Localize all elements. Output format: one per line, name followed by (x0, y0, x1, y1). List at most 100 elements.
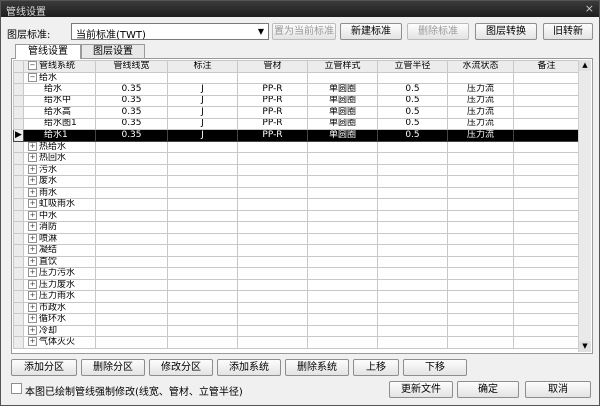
cell-note[interactable] (513, 267, 579, 280)
cell-note[interactable] (513, 129, 579, 142)
cell-material[interactable] (237, 336, 308, 349)
cell-riser-style[interactable]: 单圆圈 (307, 106, 378, 119)
expand-icon[interactable]: + (28, 268, 37, 278)
row-indicator[interactable] (13, 140, 24, 153)
cell-riser-style[interactable] (307, 290, 378, 303)
expand-icon[interactable]: + (28, 199, 37, 209)
cell-note[interactable] (513, 163, 579, 176)
cell-material[interactable] (237, 255, 308, 268)
cell-flow-state[interactable] (447, 221, 514, 234)
cell-width[interactable] (95, 71, 168, 84)
cell-flow-state[interactable]: 压力流 (447, 94, 514, 107)
cell-riser-style[interactable] (307, 163, 378, 176)
cell-note[interactable] (513, 221, 579, 234)
cell-flow-state[interactable] (447, 175, 514, 188)
row-indicator[interactable] (13, 278, 24, 291)
cell-riser-style[interactable] (307, 175, 378, 188)
tab-pipe-settings[interactable]: 管线设置 (15, 44, 81, 59)
cell-width[interactable] (95, 163, 168, 176)
table-row[interactable]: + 压力雨水 (13, 290, 579, 303)
cell-material[interactable] (237, 221, 308, 234)
cell-system[interactable]: + 压力雨水 (23, 290, 96, 303)
cell-width[interactable] (95, 221, 168, 234)
expand-icon[interactable]: + (28, 141, 37, 151)
cell-riser-radius[interactable]: 0.5 (377, 129, 448, 142)
cell-note[interactable] (513, 336, 579, 349)
cell-system[interactable]: + 市政水 (23, 301, 96, 314)
cell-mark[interactable] (167, 301, 238, 314)
cell-riser-radius[interactable] (377, 267, 448, 280)
cell-riser-radius[interactable] (377, 175, 448, 188)
cell-riser-style[interactable]: 单圆圈 (307, 83, 378, 96)
cell-flow-state[interactable] (447, 209, 514, 222)
cell-system[interactable]: 给水中 (23, 94, 96, 107)
table-row[interactable]: − 给水 (13, 71, 579, 84)
cell-system[interactable]: + 虹吸雨水 (23, 198, 96, 211)
table-row[interactable]: + 中水 (13, 209, 579, 222)
expand-icon[interactable]: + (28, 153, 37, 163)
scroll-down-icon[interactable]: ▼ (579, 341, 591, 352)
cell-width[interactable] (95, 152, 168, 165)
cell-width[interactable] (95, 140, 168, 153)
old-to-new-button[interactable]: 旧转新 (543, 23, 593, 40)
cell-width[interactable] (95, 278, 168, 291)
cell-riser-radius[interactable] (377, 301, 448, 314)
cell-riser-style[interactable] (307, 255, 378, 268)
cell-note[interactable] (513, 301, 579, 314)
expander-icon[interactable]: − (28, 61, 37, 71)
cell-riser-style[interactable] (307, 267, 378, 280)
cell-note[interactable] (513, 244, 579, 257)
cell-system[interactable]: + 消防 (23, 221, 96, 234)
cell-system[interactable]: + 热给水 (23, 140, 96, 153)
cell-system[interactable]: 给水高 (23, 106, 96, 119)
cell-material[interactable] (237, 244, 308, 257)
cell-flow-state[interactable]: 压力流 (447, 129, 514, 142)
cell-flow-state[interactable] (447, 198, 514, 211)
column-header-riser-radius[interactable]: 立管半径 (377, 60, 448, 73)
row-indicator[interactable] (13, 301, 24, 314)
new-standard-button[interactable]: 新建标准 (340, 23, 402, 40)
cell-flow-state[interactable] (447, 232, 514, 245)
row-indicator[interactable] (13, 209, 24, 222)
table-row[interactable]: + 压力污水 (13, 267, 579, 280)
cell-flow-state[interactable] (447, 71, 514, 84)
cell-material[interactable] (237, 267, 308, 280)
cell-mark[interactable]: J (167, 129, 238, 142)
cell-note[interactable] (513, 140, 579, 153)
cell-mark[interactable]: J (167, 117, 238, 130)
row-indicator[interactable] (13, 290, 24, 303)
cell-note[interactable] (513, 83, 579, 96)
cell-material[interactable] (237, 324, 308, 337)
cell-width[interactable] (95, 255, 168, 268)
cell-flow-state[interactable] (447, 163, 514, 176)
column-header-mark[interactable]: 标注 (167, 60, 238, 73)
expand-icon[interactable]: + (28, 279, 37, 289)
cell-width[interactable]: 0.35 (95, 129, 168, 142)
cell-system[interactable]: 给水图1 (23, 117, 96, 130)
cell-width[interactable] (95, 267, 168, 280)
cell-material[interactable] (237, 163, 308, 176)
cell-width[interactable] (95, 313, 168, 326)
cell-flow-state[interactable] (447, 313, 514, 326)
cell-material[interactable]: PP-R (237, 106, 308, 119)
row-indicator[interactable] (13, 117, 24, 130)
cell-flow-state[interactable] (447, 152, 514, 165)
expand-icon[interactable]: + (28, 291, 37, 301)
expand-icon[interactable]: + (28, 337, 37, 347)
delete-section-button[interactable]: 删除分区 (81, 359, 145, 376)
cell-material[interactable] (237, 186, 308, 199)
cell-riser-style[interactable] (307, 324, 378, 337)
cell-riser-radius[interactable] (377, 163, 448, 176)
cell-material[interactable] (237, 278, 308, 291)
cell-note[interactable] (513, 152, 579, 165)
cell-flow-state[interactable] (447, 324, 514, 337)
cell-mark[interactable]: J (167, 94, 238, 107)
row-indicator[interactable] (13, 267, 24, 280)
expand-icon[interactable]: + (28, 164, 37, 174)
cell-riser-style[interactable] (307, 336, 378, 349)
cell-mark[interactable] (167, 313, 238, 326)
cell-width[interactable]: 0.35 (95, 94, 168, 107)
row-indicator[interactable] (13, 163, 24, 176)
modify-section-button[interactable]: 修改分区 (149, 359, 213, 376)
cell-note[interactable] (513, 255, 579, 268)
